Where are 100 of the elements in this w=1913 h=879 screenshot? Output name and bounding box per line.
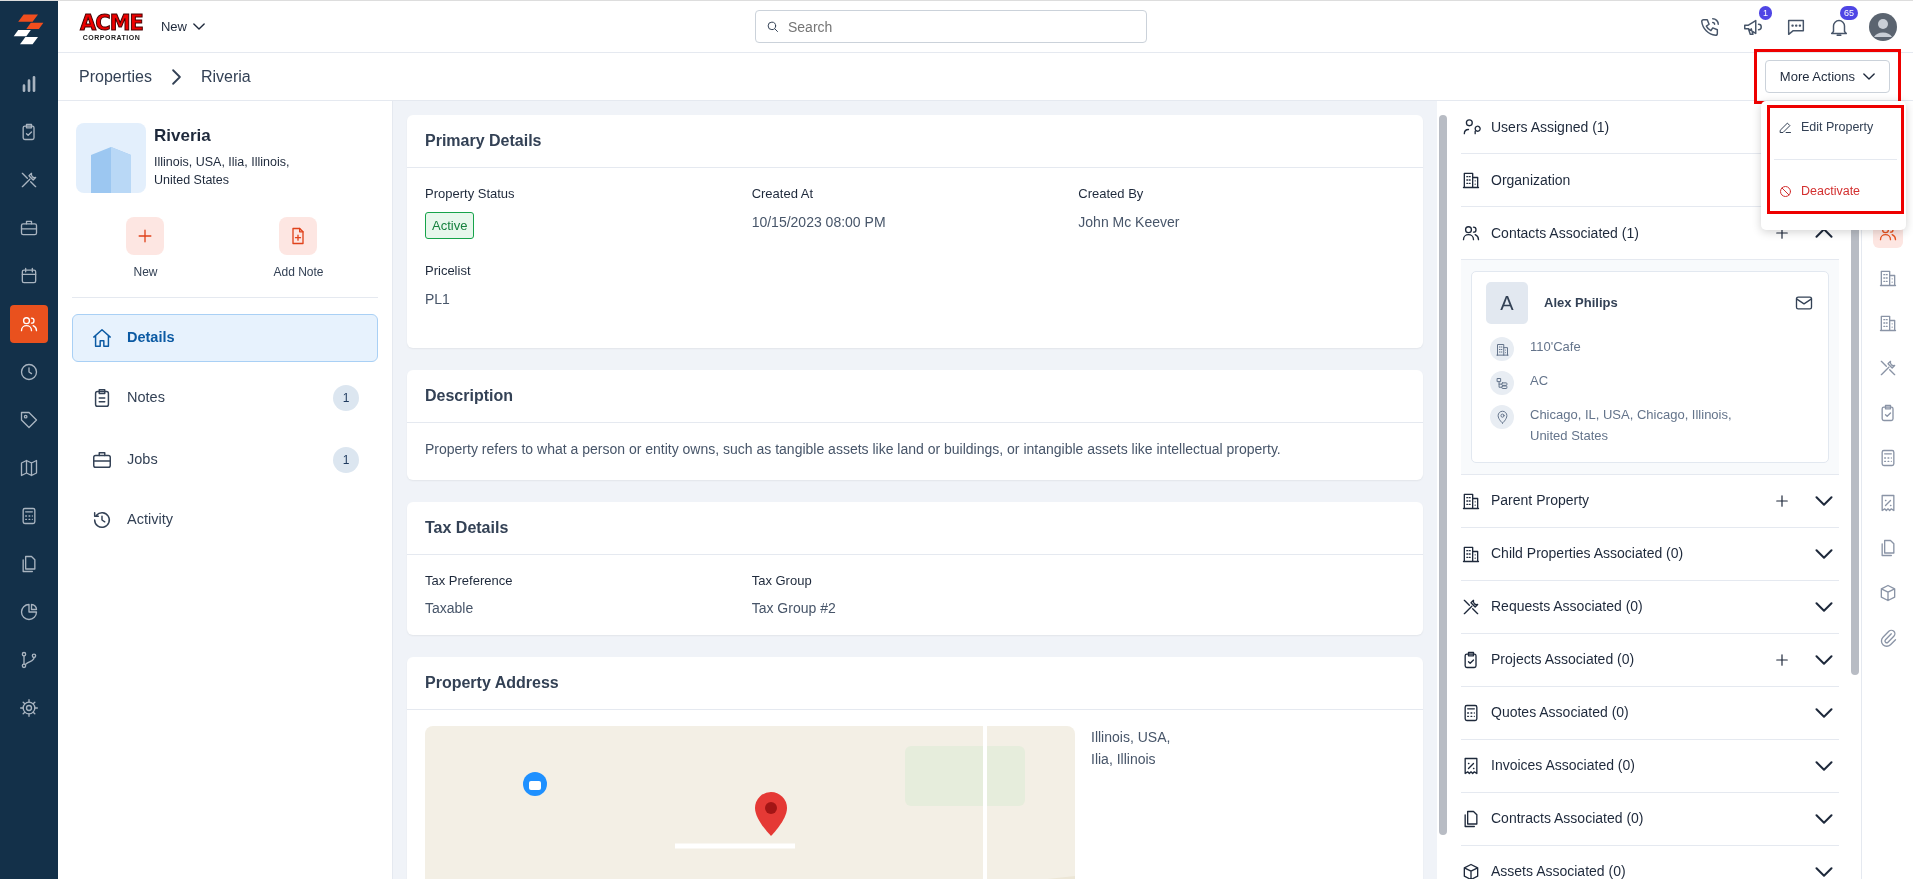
calendar-icon bbox=[19, 266, 39, 286]
section-title: Contracts Associated (0) bbox=[1491, 809, 1644, 829]
avatar[interactable] bbox=[1869, 12, 1897, 41]
breadcrumb-link[interactable]: Properties bbox=[79, 64, 152, 89]
field-value: Tax Group #2 bbox=[751, 599, 837, 618]
section-title: Users Assigned (1) bbox=[1491, 117, 1610, 137]
chevron-down-icon bbox=[1815, 495, 1833, 506]
count-badge: 1 bbox=[1759, 5, 1772, 20]
tag-icon bbox=[19, 410, 39, 430]
count-badge: 1 bbox=[333, 385, 359, 411]
count-badge: 65 bbox=[1840, 5, 1858, 20]
section-title: Invoices Associated (0) bbox=[1491, 756, 1635, 776]
status-badge: Active bbox=[425, 211, 475, 239]
contact-detail: Chicago, IL, USA, Chicago, Illinois, United States bbox=[1530, 406, 1733, 445]
new-menu-button[interactable]: New bbox=[160, 16, 205, 37]
building-drawing bbox=[76, 123, 146, 193]
card-title: Primary Details bbox=[407, 115, 1423, 168]
field-label: Tax Preference bbox=[425, 571, 514, 590]
chevron-up-icon bbox=[1815, 228, 1833, 238]
expand-toggle[interactable] bbox=[1815, 601, 1833, 612]
location-icon bbox=[1494, 409, 1510, 425]
hierarchy-icon bbox=[1494, 375, 1510, 391]
caret-icon bbox=[192, 23, 205, 30]
chevron-icon bbox=[171, 68, 181, 85]
expand-toggle[interactable] bbox=[1815, 654, 1833, 665]
chevron-down-icon bbox=[1815, 707, 1833, 718]
caret-icon bbox=[1863, 73, 1875, 80]
section-title: Requests Associated (0) bbox=[1491, 597, 1643, 617]
expand-toggle[interactable] bbox=[1815, 707, 1833, 718]
property-name: Riveria bbox=[154, 125, 212, 147]
expand-toggle[interactable] bbox=[1815, 866, 1833, 877]
section-title: Child Properties Associated (0) bbox=[1491, 544, 1684, 564]
tab-label: Details bbox=[127, 328, 175, 348]
box-icon bbox=[1461, 861, 1481, 879]
breadcrumb-current: Riveria bbox=[200, 66, 251, 87]
field-value: John Mc Keever bbox=[1078, 212, 1181, 232]
menu-item[interactable]: Edit Property bbox=[1774, 110, 1897, 145]
tab[interactable]: Details bbox=[72, 314, 378, 362]
expand-toggle[interactable] bbox=[1815, 760, 1833, 771]
settings-icon bbox=[19, 698, 39, 718]
field-label: Created At bbox=[751, 185, 815, 203]
people-icon bbox=[19, 314, 39, 334]
nav-item[interactable] bbox=[10, 305, 48, 343]
chevron-down-icon bbox=[1815, 654, 1833, 665]
field-label: Property Status bbox=[425, 185, 516, 203]
field-label: Pricelist bbox=[425, 262, 472, 280]
tab-label: Activity bbox=[127, 510, 173, 530]
field-value: 10/15/2023 08:00 PM bbox=[751, 212, 887, 232]
user-pin-icon bbox=[1461, 117, 1481, 137]
action-label: Add Note bbox=[273, 264, 324, 281]
card-title: Description bbox=[407, 369, 1423, 423]
action-label: New bbox=[133, 264, 158, 281]
menu-item[interactable]: Deactivate bbox=[1774, 173, 1897, 209]
chevron-down-icon bbox=[1815, 813, 1833, 824]
tab[interactable]: Notes 1 bbox=[72, 372, 378, 424]
people-icon bbox=[1461, 223, 1481, 243]
tab[interactable]: Activity bbox=[72, 496, 378, 544]
card-title: Property Address bbox=[407, 657, 1423, 710]
contact-name: Alex Philips bbox=[1544, 294, 1618, 313]
tab[interactable]: Jobs 1 bbox=[72, 434, 378, 486]
new-button[interactable] bbox=[126, 217, 165, 255]
clock-icon bbox=[19, 362, 39, 382]
section-title: Contacts Associated (1) bbox=[1491, 223, 1639, 243]
tab-label: Jobs bbox=[127, 450, 158, 470]
contact-detail: AC bbox=[1530, 372, 1549, 390]
chevron-down-icon bbox=[1815, 760, 1833, 771]
section-title: Quotes Associated (0) bbox=[1491, 703, 1629, 723]
field-label: Created By bbox=[1078, 185, 1145, 203]
expand-toggle[interactable] bbox=[1815, 495, 1833, 506]
tab-label: Notes bbox=[127, 388, 165, 408]
pie-chart-icon bbox=[19, 602, 39, 622]
map-icon bbox=[19, 458, 39, 478]
chevron-down-icon bbox=[1815, 866, 1833, 877]
expand-toggle[interactable] bbox=[1815, 813, 1833, 824]
company-logo: ACME bbox=[80, 12, 143, 34]
phone-icon[interactable] bbox=[1699, 15, 1721, 38]
add-note-button[interactable] bbox=[279, 217, 318, 255]
history-icon bbox=[91, 509, 113, 531]
more-actions-button[interactable]: More Actions bbox=[1764, 59, 1890, 94]
briefcase-icon bbox=[19, 218, 39, 238]
field-value: Taxable bbox=[425, 599, 475, 618]
section-title: Organization bbox=[1491, 170, 1571, 190]
field-value: PL1 bbox=[425, 289, 451, 309]
property-address: Illinois, USA, Ilia, Illinois, United States bbox=[154, 153, 291, 190]
section-title: Projects Associated (0) bbox=[1491, 650, 1635, 670]
building-icon bbox=[1877, 268, 1898, 288]
edit-icon bbox=[1778, 119, 1793, 135]
count-badge: 1 bbox=[333, 447, 359, 473]
field-label: Tax Group bbox=[751, 571, 813, 590]
briefcase-icon bbox=[91, 449, 113, 471]
chevron-down-icon bbox=[1815, 601, 1833, 612]
branch-icon bbox=[19, 650, 39, 670]
section-title: Assets Associated (0) bbox=[1491, 862, 1626, 879]
tools-icon bbox=[19, 170, 39, 190]
expand-toggle[interactable] bbox=[1815, 228, 1833, 238]
building-icon bbox=[1494, 341, 1510, 357]
description-text: Property refers to what a person or entity owns, such as tangible assets like land or buildings, or intangible assets like intellectual property. bbox=[425, 439, 1282, 459]
contact-avatar: A bbox=[1486, 282, 1528, 324]
search-field[interactable]: Search bbox=[754, 10, 1147, 43]
expand-toggle[interactable] bbox=[1815, 548, 1833, 559]
